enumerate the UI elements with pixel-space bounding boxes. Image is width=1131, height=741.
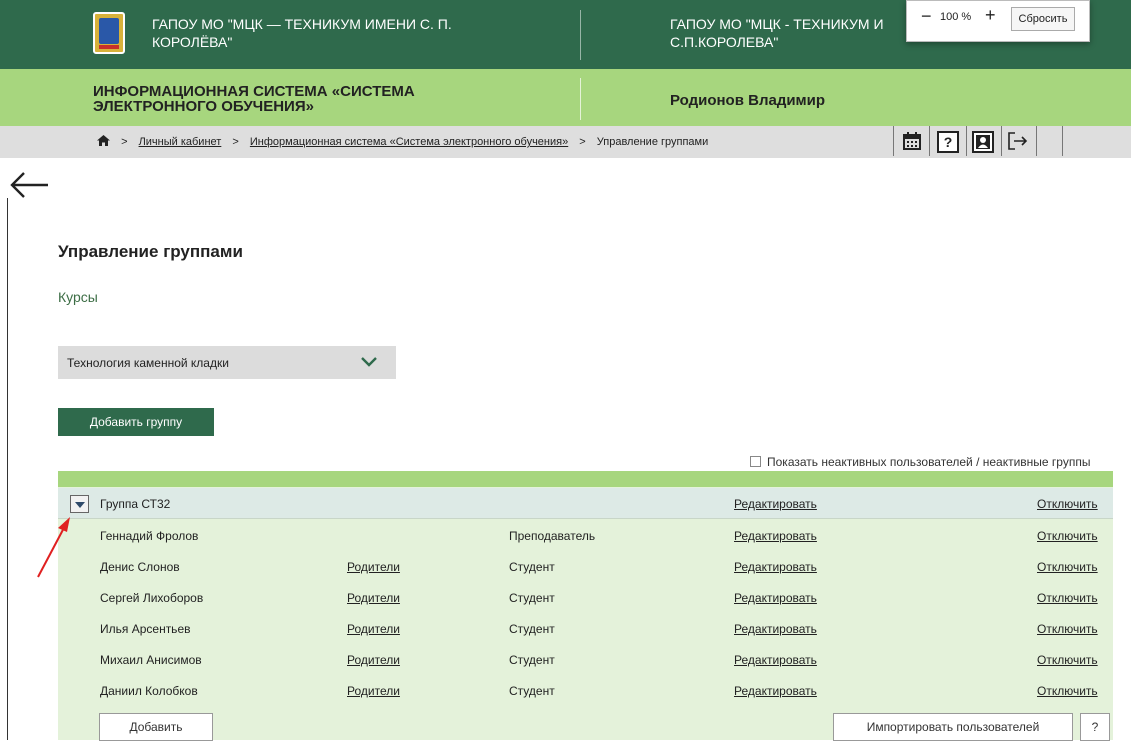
member-edit-link[interactable]: Редактировать [734,622,817,636]
breadcrumb-current: Управление группами [596,136,709,148]
toolbar-divider [893,126,894,156]
member-parents-link[interactable]: Родители [347,560,400,574]
subheader-divider [580,78,581,120]
member-name: Денис Слонов [100,560,180,574]
college-logo-icon [93,12,125,54]
course-select[interactable]: Технология каменной кладки [58,346,396,379]
toolbar-divider [1036,126,1037,156]
member-parents-link[interactable]: Родители [347,653,400,667]
breadcrumb-separator: > [579,136,586,148]
table-row: Геннадий Фролов Преподаватель Редактиров… [58,520,1113,551]
member-parents-link[interactable]: Родители [347,622,400,636]
show-inactive-option[interactable]: Показать неактивных пользователей / неак… [750,455,1090,469]
member-role: Студент [509,653,555,667]
breadcrumb-cabinet-link[interactable]: Личный кабинет [139,136,222,148]
calendar-icon[interactable] [899,128,925,154]
breadcrumb-system-link[interactable]: Информационная система «Система электрон… [250,136,568,148]
organization-name-right-line1: ГАПОУ МО "МЦК - ТЕХНИКУМ И [670,16,884,32]
breadcrumb: > Личный кабинет > Информационная систем… [97,135,708,148]
member-role: Студент [509,591,555,605]
system-name-line2: ЭЛЕКТРОННОГО ОБУЧЕНИЯ» [93,98,314,115]
help-button[interactable]: ? [1080,713,1110,741]
user-name: Родионов Владимир [670,92,826,109]
group-row: Группа СТ32 Редактировать Отключить [58,488,1113,519]
member-edit-link[interactable]: Редактировать [734,560,817,574]
toolbar-divider [1001,126,1002,156]
breadcrumb-separator: > [121,136,128,148]
courses-label: Курсы [58,289,98,305]
table-row: Сергей Лихоборов Родители Студент Редакт… [58,582,1113,613]
breadcrumb-separator: > [232,136,239,148]
member-edit-link[interactable]: Редактировать [734,591,817,605]
member-name: Михаил Анисимов [100,653,202,667]
group-expand-toggle[interactable] [70,495,89,513]
member-disable-link[interactable]: Отключить [1037,653,1098,667]
zoom-out-button[interactable]: − [921,7,932,25]
table-row: Илья Арсентьев Родители Студент Редактир… [58,613,1113,644]
show-inactive-checkbox[interactable] [750,456,761,467]
member-name: Даниил Колобков [100,684,198,698]
member-role: Студент [509,684,555,698]
show-inactive-label: Показать неактивных пользователей / неак… [767,455,1091,469]
home-icon[interactable] [97,135,110,146]
groups-table: Группа СТ32 Редактировать Отключить Генн… [58,471,1113,741]
profile-icon[interactable] [972,131,994,153]
organization-name-line1: ГАПОУ МО "МЦК — ТЕХНИКУМ ИМЕНИ С. П. [152,16,452,32]
member-name: Геннадий Фролов [100,529,199,543]
member-edit-link[interactable]: Редактировать [734,529,817,543]
zoom-in-button[interactable]: + [985,6,996,24]
header-divider [580,10,581,60]
table-header-band [58,471,1113,487]
zoom-level: 100 % [940,11,972,23]
zoom-popup: − 100 % + Сбросить [906,0,1090,42]
import-users-button[interactable]: Импортировать пользователей [833,713,1073,741]
organization-name-right: ГАПОУ МО "МЦК - ТЕХНИКУМ И С.П.КОРОЛЕВА" [670,15,930,51]
member-edit-link[interactable]: Редактировать [734,653,817,667]
add-group-button[interactable]: Добавить группу [58,408,214,436]
triangle-down-icon [75,502,85,508]
table-row: Денис Слонов Родители Студент Редактиров… [58,551,1113,582]
table-row: Михаил Анисимов Родители Студент Редакти… [58,644,1113,675]
organization-name-right-line2: С.П.КОРОЛЕВА" [670,34,779,50]
course-select-value: Технология каменной кладки [67,356,229,370]
toolbar-divider [966,126,967,156]
group-edit-link[interactable]: Редактировать [734,497,817,511]
group-disable-link[interactable]: Отключить [1037,497,1098,511]
add-member-button[interactable]: Добавить [99,713,213,741]
system-name-line1: ИНФОРМАЦИОННАЯ СИСТЕМА «СИСТЕМА [93,83,415,100]
logout-icon[interactable] [1005,128,1031,154]
member-role: Студент [509,560,555,574]
group-name: Группа СТ32 [100,497,171,511]
toolbar-divider [1062,126,1063,156]
system-name: ИНФОРМАЦИОННАЯ СИСТЕМА «СИСТЕМА ЭЛЕКТРОН… [93,84,513,114]
member-name: Сергей Лихоборов [100,591,204,605]
member-disable-link[interactable]: Отключить [1037,684,1098,698]
page-title: Управление группами [58,242,243,261]
member-edit-link[interactable]: Редактировать [734,684,817,698]
member-disable-link[interactable]: Отключить [1037,591,1098,605]
member-disable-link[interactable]: Отключить [1037,622,1098,636]
left-border [7,198,8,740]
back-arrow-icon[interactable] [10,170,50,200]
member-disable-link[interactable]: Отключить [1037,560,1098,574]
member-parents-link[interactable]: Родители [347,591,400,605]
zoom-reset-button[interactable]: Сбросить [1011,7,1075,31]
table-row: Даниил Колобков Родители Студент Редакти… [58,675,1113,706]
member-role: Студент [509,622,555,636]
member-role: Преподаватель [509,529,596,543]
member-name: Илья Арсентьев [100,622,191,636]
organization-name-line2: КОРОЛЁВА" [152,34,233,50]
member-disable-link[interactable]: Отключить [1037,529,1098,543]
chevron-down-icon [361,357,377,367]
member-parents-link[interactable]: Родители [347,684,400,698]
help-icon[interactable]: ? [937,131,959,153]
toolbar-divider [929,126,930,156]
organization-name: ГАПОУ МО "МЦК — ТЕХНИКУМ ИМЕНИ С. П. КОР… [152,15,552,51]
